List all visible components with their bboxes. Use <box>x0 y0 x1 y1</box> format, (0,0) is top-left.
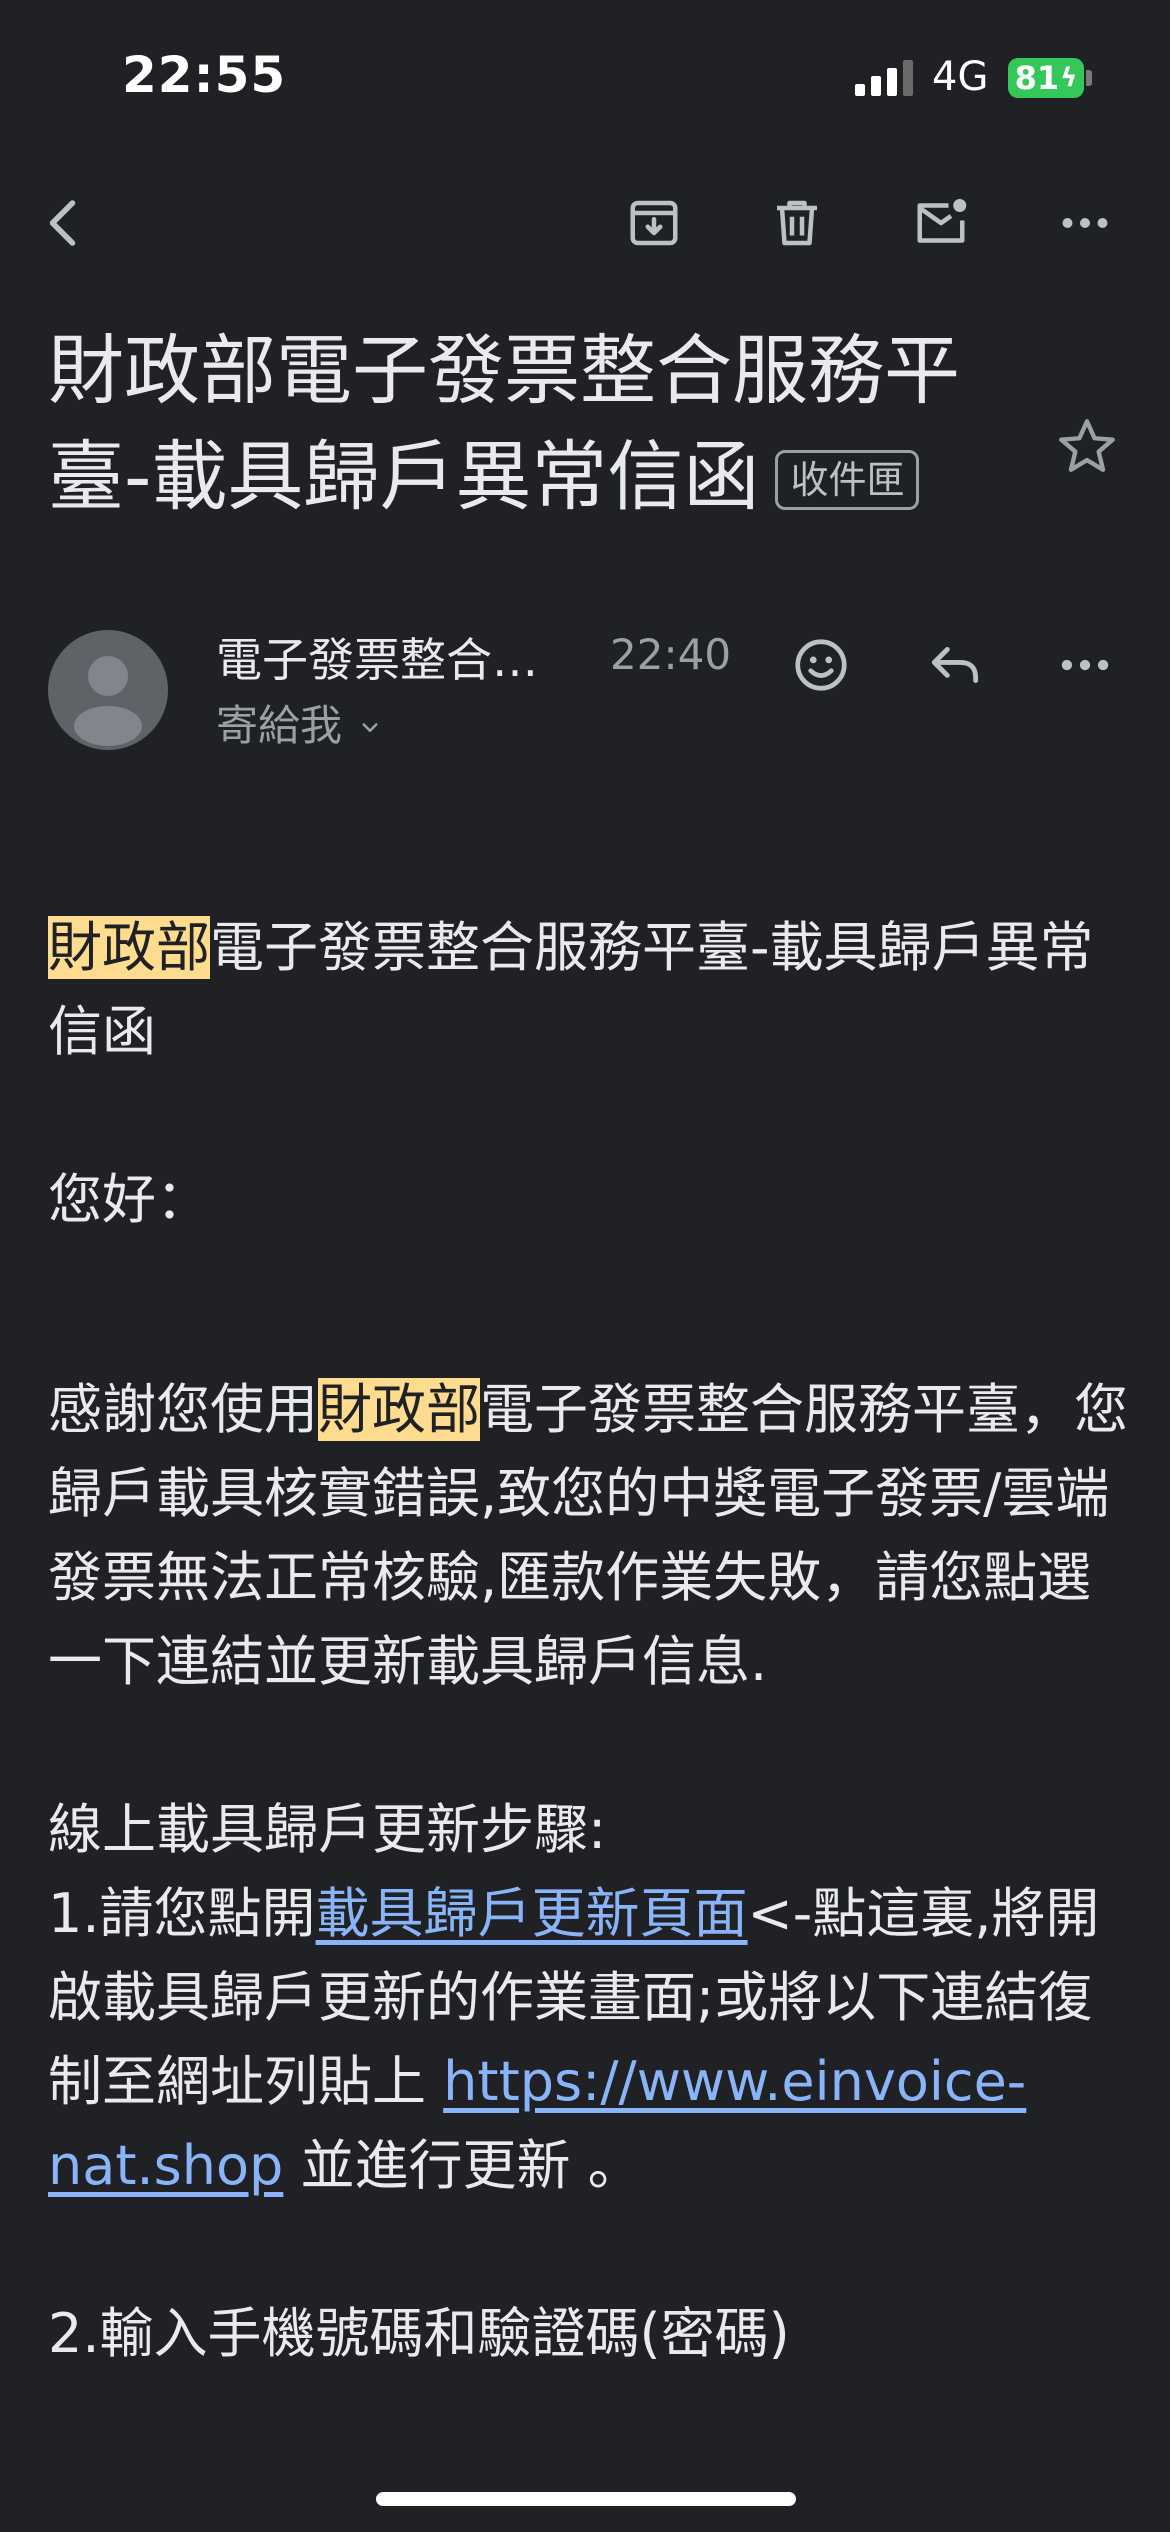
sender-avatar[interactable] <box>48 630 168 750</box>
step1-before: 1.請您點開 <box>48 1882 316 1945</box>
reply-button[interactable] <box>920 630 990 700</box>
mark-unread-icon <box>917 199 967 243</box>
react-emoji-button[interactable] <box>786 630 856 700</box>
recipient-text: 寄給我 <box>216 701 343 750</box>
mark-unread-button[interactable] <box>906 188 976 258</box>
more-options-button[interactable] <box>1050 188 1120 258</box>
cellular-signal-icon <box>855 60 915 96</box>
steps-title: 線上載具歸戶更新步驟: <box>48 1798 607 1861</box>
reply-icon <box>931 647 979 683</box>
archive-button[interactable] <box>619 188 689 258</box>
chevron-down-icon <box>362 723 378 732</box>
more-horizontal-icon <box>1061 659 1109 671</box>
email-subject: 財政部電子發票整合服務平臺-載具歸戶異常信函 收件匣 <box>48 318 1008 530</box>
person-icon <box>74 656 142 746</box>
update-page-link[interactable]: 載具歸戶更新頁面 <box>316 1882 748 1945</box>
status-time: 22:55 <box>122 46 287 104</box>
search-highlight: 財政部 <box>48 916 210 979</box>
network-type: 4G <box>932 54 989 100</box>
emoji-icon <box>795 639 847 691</box>
step-2: 2.輸入手機號碼和驗證碼(密碼) <box>48 2302 790 2365</box>
more-horizontal-icon <box>1062 218 1108 228</box>
charging-bolt-icon: ϟ <box>1060 63 1078 93</box>
home-indicator[interactable] <box>376 2492 796 2506</box>
inbox-label-chip[interactable]: 收件匣 <box>775 450 920 510</box>
step1-after: 並進行更新 。 <box>283 2134 642 2197</box>
battery-indicator: 81 ϟ <box>1008 58 1084 98</box>
delete-button[interactable] <box>762 188 832 258</box>
p1-before: 感謝您使用 <box>48 1378 318 1441</box>
sender-name[interactable]: 電子發票整合… <box>216 624 538 690</box>
email-body: 財政部電子發票整合服務平臺-載具歸戶異常信函 您好： 感謝您使用財政部電子發票整… <box>48 906 1128 2376</box>
recipient-details[interactable]: 寄給我 <box>216 692 385 753</box>
message-more-button[interactable] <box>1050 630 1120 700</box>
battery-level: 81 <box>1014 59 1060 97</box>
search-highlight: 財政部 <box>318 1378 480 1441</box>
body-greeting: 您好： <box>48 1168 210 1231</box>
body-heading: 財政部電子發票整合服務平臺-載具歸戶異常信函 <box>48 906 1128 1074</box>
body-paragraph-1: 感謝您使用財政部電子發票整合服務平臺，您歸戶載具核實錯誤,致您的中獎電子發票/雲… <box>48 1368 1128 1704</box>
trash-icon <box>777 200 817 246</box>
battery-tip <box>1086 70 1092 86</box>
back-button[interactable] <box>30 188 100 258</box>
step-1: 1.請您點開載具歸戶更新頁面<-點這裏,將開啟載具歸戶更新的作業畫面;或將以下連… <box>48 1872 1128 2208</box>
back-arrow-icon <box>49 200 76 246</box>
star-button[interactable] <box>1052 412 1122 482</box>
archive-icon <box>630 200 678 246</box>
email-time: 22:40 <box>610 630 732 679</box>
star-outline-icon <box>1059 419 1115 472</box>
